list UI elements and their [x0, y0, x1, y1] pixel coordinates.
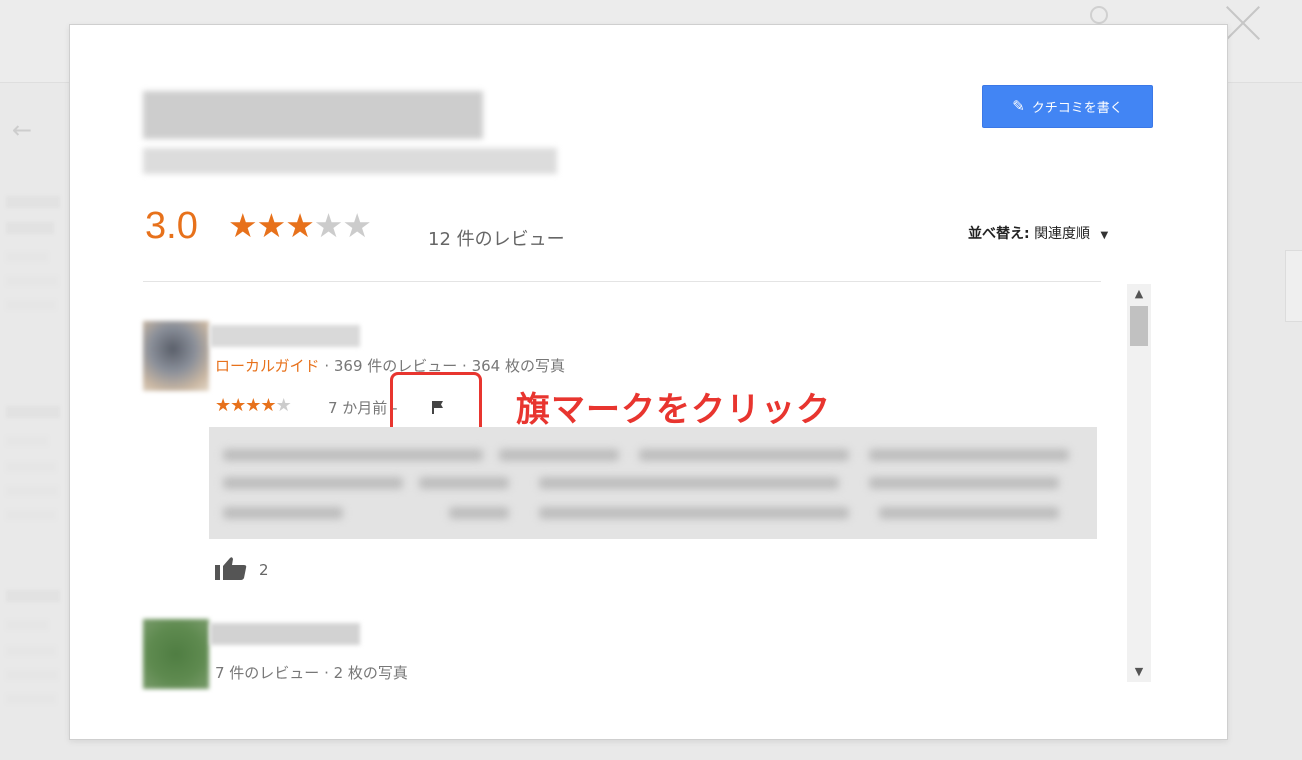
rating-stars: ★★★★★	[228, 206, 372, 245]
write-review-label: クチコミを書く	[1031, 101, 1123, 116]
review-stars: ★★★★★	[215, 395, 292, 416]
reviewer-stats: 7 件のレビュー · 2 枚の写真	[215, 664, 408, 682]
star-filled-icon: ★	[228, 206, 258, 245]
review-time: 7 か月前 -	[328, 399, 398, 417]
star-filled-icon: ★	[215, 395, 231, 416]
divider	[143, 281, 1101, 282]
place-address-redacted	[143, 148, 557, 174]
scrollbar[interactable]: ▲ ▼	[1127, 284, 1151, 682]
star-filled-icon: ★	[260, 395, 276, 416]
annotation-text: 旗マークをクリック	[516, 390, 831, 430]
back-arrow-icon: ←	[12, 116, 33, 144]
star-filled-icon: ★	[230, 395, 246, 416]
star-filled-icon: ★	[285, 206, 315, 245]
star-empty-icon: ★	[313, 206, 344, 245]
sort-dropdown[interactable]: 並べ替え: 関連度順 ▼	[968, 223, 1108, 243]
avatar[interactable]	[143, 619, 209, 689]
star-filled-icon: ★	[256, 206, 287, 245]
place-name-redacted	[143, 91, 483, 139]
star-empty-icon: ★	[342, 206, 372, 245]
background-list-item	[6, 406, 66, 536]
star-filled-icon: ★	[245, 395, 261, 416]
reviews-dialog: ✎ クチコミを書く 3.0 ★★★★★ 12 件のレビュー 並べ替え: 関連度順…	[69, 24, 1228, 740]
review-text-redacted	[209, 427, 1097, 539]
scroll-up-icon[interactable]: ▲	[1127, 284, 1151, 304]
caret-down-icon: ▼	[1100, 230, 1109, 241]
reviewer-name-redacted	[210, 325, 360, 347]
local-guide-badge[interactable]: ローカルガイド	[215, 357, 320, 375]
search-icon	[1090, 6, 1108, 24]
star-empty-icon: ★	[275, 395, 292, 416]
scroll-thumb[interactable]	[1130, 306, 1148, 346]
reviewer-name-redacted	[210, 623, 360, 645]
background-list-item	[6, 590, 66, 720]
background-list-item	[6, 196, 66, 326]
sort-value: 関連度順	[1034, 226, 1091, 242]
rating-value: 3.0	[145, 205, 198, 247]
reviewer-meta: ローカルガイド · 369 件のレビュー · 364 枚の写真	[215, 355, 565, 376]
like-count: 2	[259, 561, 269, 579]
close-icon[interactable]	[1222, 2, 1264, 44]
background-side-panel	[1285, 250, 1302, 322]
avatar[interactable]	[143, 321, 209, 391]
pencil-icon: ✎	[1012, 97, 1025, 115]
thumbs-up-icon[interactable]	[215, 555, 249, 581]
sort-label: 並べ替え:	[968, 226, 1030, 242]
review-count: 12 件のレビュー	[428, 229, 565, 250]
scroll-down-icon[interactable]: ▼	[1127, 662, 1151, 682]
write-review-button[interactable]: ✎ クチコミを書く	[982, 85, 1153, 128]
